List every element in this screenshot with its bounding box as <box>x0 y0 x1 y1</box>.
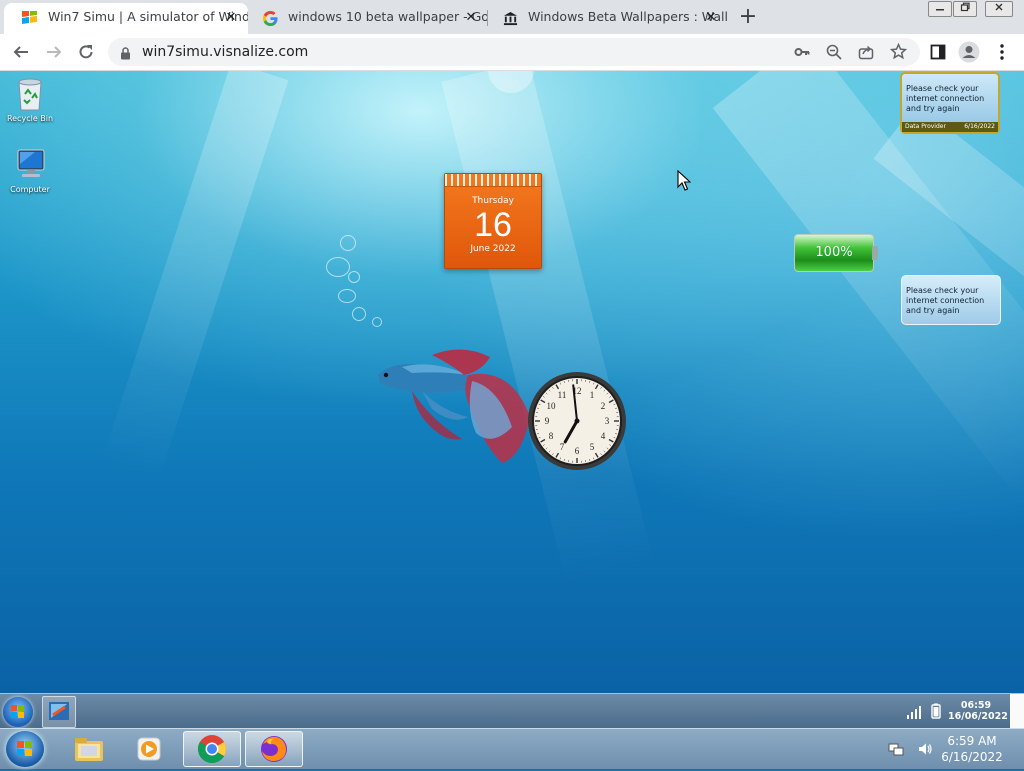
signal-strength-icon[interactable] <box>906 705 924 719</box>
sim-clock[interactable]: 06:59 16/06/2022 <box>948 700 1004 722</box>
taskbar-file-explorer[interactable] <box>60 731 118 767</box>
restore-window-button[interactable] <box>953 1 977 17</box>
windows-logo-icon <box>6 731 44 767</box>
win7-favicon <box>22 10 38 26</box>
host-time-text: 6:59 AM <box>940 733 1004 749</box>
weather-provider: Data Provider <box>905 122 946 132</box>
address-bar[interactable]: win7simu.visnalize.com <box>108 38 920 66</box>
browser-toolbar: win7simu.visnalize.com <box>0 34 1024 71</box>
clock-numeral: 8 <box>549 431 554 441</box>
calendar-month-year: June 2022 <box>445 244 541 254</box>
tab-title: windows 10 beta wallpaper - Go <box>288 9 488 24</box>
zoom-out-icon[interactable] <box>826 44 842 64</box>
clock-numeral: 9 <box>545 416 550 426</box>
simulated-taskbar: 06:59 16/06/2022 <box>0 693 1024 729</box>
start-button[interactable] <box>6 731 44 767</box>
windows-logo-icon <box>3 697 33 727</box>
clock-numeral: 3 <box>605 416 610 426</box>
menu-kebab-icon[interactable] <box>990 40 1014 64</box>
new-tab-button[interactable]: + <box>736 5 760 29</box>
tab-title: Win7 Simu | A simulator of Wind <box>48 9 248 24</box>
host-taskbar: 6:59 AM 6/16/2022 <box>0 728 1024 769</box>
calendar-day: 16 <box>445 206 541 244</box>
clock-numeral: 1 <box>590 390 595 400</box>
desktop-icon-computer[interactable]: Computer <box>0 147 60 194</box>
sim-start-button[interactable] <box>3 697 33 727</box>
reload-icon[interactable] <box>74 40 98 64</box>
clock-numeral: 11 <box>558 390 567 400</box>
system-tray <box>888 741 933 761</box>
tab-google-search[interactable]: windows 10 beta wallpaper - Go ✕ <box>244 3 488 34</box>
taskbar-firefox[interactable] <box>245 731 303 767</box>
betta-fish-wallpaper <box>372 347 542 465</box>
weather-gadget[interactable]: Please check your internet connection an… <box>901 275 1001 325</box>
light-ray <box>102 71 289 480</box>
taskbar-media-player[interactable] <box>120 731 178 767</box>
google-icon <box>262 10 278 26</box>
clock-numeral: 2 <box>601 401 606 411</box>
taskbar-chrome[interactable] <box>183 731 241 767</box>
desktop-icon-recycle-bin[interactable]: Recycle Bin <box>0 76 60 123</box>
battery-tray-icon[interactable] <box>931 703 941 719</box>
desktop-icon-label: Recycle Bin <box>7 114 53 123</box>
browser-tab-strip: Win7 Simu | A simulator of Wind ✕ window… <box>0 0 1024 34</box>
clock-numeral: 4 <box>601 431 606 441</box>
firefox-icon <box>259 734 289 764</box>
minimize-window-button[interactable] <box>928 1 952 17</box>
calendar-weekday: Thursday <box>445 196 541 206</box>
recycle-bin-icon <box>13 76 47 112</box>
back-arrow-icon[interactable] <box>9 40 33 64</box>
tab-title: Windows Beta Wallpapers : Wallp <box>528 9 728 24</box>
calendar-binding-rings <box>445 174 541 187</box>
weather-message: Please check your internet connection an… <box>906 84 984 113</box>
forward-arrow-icon[interactable] <box>42 40 66 64</box>
url-text[interactable]: win7simu.visnalize.com <box>142 38 308 66</box>
desktop-icon-label: Computer <box>10 185 50 194</box>
weather-footer: Data Provider 6/16/2022 <box>902 122 998 132</box>
chrome-icon <box>197 734 227 764</box>
host-date-text: 6/16/2022 <box>940 749 1004 765</box>
analog-clock-gadget[interactable]: 123456789101112 <box>527 371 627 471</box>
host-clock[interactable]: 6:59 AM 6/16/2022 <box>940 733 1004 765</box>
close-icon[interactable]: ✕ <box>222 9 240 27</box>
weather-date: 6/16/2022 <box>964 122 995 132</box>
sim-taskbar-app[interactable] <box>42 696 76 728</box>
win7-app-icon <box>43 697 75 727</box>
battery-gadget[interactable]: 100% <box>794 234 878 272</box>
media-player-icon <box>134 735 164 763</box>
clock-numeral: 7 <box>560 442 565 452</box>
calendar-gadget[interactable]: Thursday 16 June 2022 <box>444 173 542 269</box>
battery-percent: 100% <box>794 234 874 272</box>
key-icon[interactable] <box>794 44 810 64</box>
sim-time-text: 06:59 <box>948 700 1004 711</box>
clock-numeral: 6 <box>575 446 580 456</box>
weather-gadget[interactable]: Please check your internet connection an… <box>900 72 1000 134</box>
bookmark-star-icon[interactable] <box>890 43 907 64</box>
clock-numeral: 10 <box>547 401 557 411</box>
museum-icon <box>502 10 518 26</box>
volume-icon[interactable] <box>917 741 933 757</box>
sim-date-text: 16/06/2022 <box>948 711 1004 722</box>
desktop-wallpaper[interactable]: Recycle Bin Computer Please check your i… <box>0 71 1024 693</box>
close-window-button[interactable] <box>985 1 1013 17</box>
profile-avatar-icon[interactable] <box>957 40 981 64</box>
weather-message: Please check your internet connection an… <box>906 286 984 315</box>
file-explorer-icon <box>73 735 105 763</box>
tab-win7-simu[interactable]: Win7 Simu | A simulator of Wind ✕ <box>4 3 248 34</box>
close-icon[interactable]: ✕ <box>462 9 480 27</box>
tab-windows-beta-wallpapers[interactable]: Windows Beta Wallpapers : Wallp ✕ <box>484 3 728 34</box>
light-ray <box>441 71 654 586</box>
chevron-down-icon <box>504 79 518 87</box>
side-panel-icon[interactable] <box>926 40 950 64</box>
share-icon[interactable] <box>858 44 874 64</box>
network-icon[interactable] <box>888 741 904 757</box>
computer-icon <box>13 147 47 183</box>
scrollbar[interactable] <box>1010 694 1024 729</box>
lock-icon[interactable] <box>120 45 131 64</box>
close-icon[interactable]: ✕ <box>702 9 720 27</box>
mouse-pointer-icon <box>677 170 691 192</box>
clock-numeral: 5 <box>590 442 595 452</box>
